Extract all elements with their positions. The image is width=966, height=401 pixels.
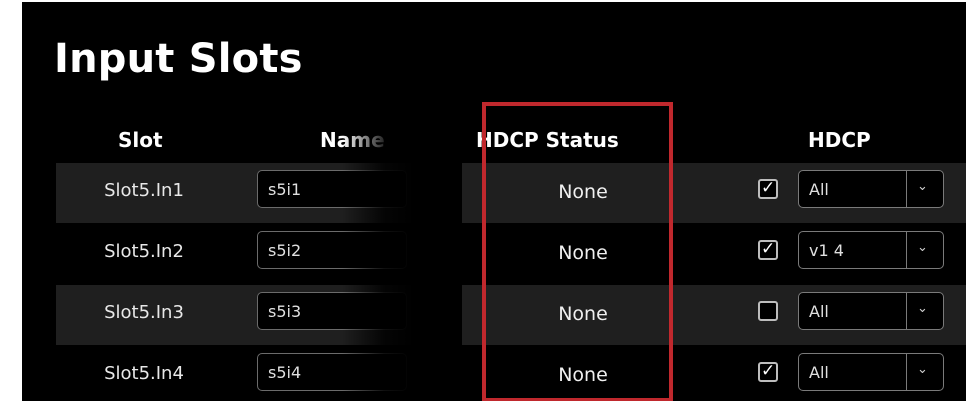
hdcp-enable-checkbox[interactable]: ✓ [758, 361, 778, 382]
chevron-down-icon[interactable]: ⌄ [917, 362, 928, 377]
column-header-hdcp-status: HDCP Status [476, 128, 619, 152]
hdcp-version-select[interactable]: All ⌄ [798, 353, 944, 391]
checkmark-icon: ✓ [761, 178, 776, 198]
select-divider [906, 293, 907, 329]
hdcp-select-value: All [809, 180, 829, 199]
checkmark-icon: ✓ [761, 239, 776, 259]
select-divider [906, 171, 907, 207]
table-row: Slot5.In4 s5i4 None ✓ All ⌄ [56, 346, 966, 401]
hdcp-version-select[interactable]: All ⌄ [798, 170, 944, 208]
hdcp-enable-checkbox[interactable] [758, 301, 778, 321]
table-row: Slot5.In2 s5i2 None ✓ v1 4 ⌄ [56, 224, 966, 284]
hdcp-version-select[interactable]: All ⌄ [798, 292, 944, 330]
hdcp-select-value: All [809, 363, 829, 382]
select-divider [906, 232, 907, 268]
hdcp-enable-checkbox[interactable]: ✓ [758, 178, 778, 199]
hdcp-select-value: All [809, 302, 829, 321]
page-title: Input Slots [54, 36, 303, 82]
hdcp-select-value: v1 4 [809, 241, 844, 260]
chevron-down-icon[interactable]: ⌄ [917, 240, 928, 255]
column-header-name: Name [320, 128, 385, 152]
hdcp-status-value: None [558, 242, 608, 264]
slot-label: Slot5.In3 [104, 302, 184, 323]
slot-label: Slot5.In2 [104, 241, 184, 262]
input-slots-panel: Input Slots Slot Name HDCP Status HDCP S… [22, 2, 966, 401]
column-header-slot: Slot [118, 128, 163, 152]
checkmark-icon: ✓ [761, 361, 776, 381]
table-row: Slot5.In3 s5i3 None All ⌄ [56, 285, 966, 345]
name-input[interactable]: s5i3 [257, 292, 407, 330]
hdcp-status-value: None [558, 303, 608, 325]
column-header-hdcp: HDCP [808, 128, 871, 152]
name-input[interactable]: s5i2 [257, 231, 407, 269]
chevron-down-icon[interactable]: ⌄ [917, 179, 928, 194]
select-divider [906, 354, 907, 390]
slot-label: Slot5.In4 [104, 363, 184, 384]
table-row: Slot5.In1 s5i1 None ✓ All ⌄ [56, 163, 966, 223]
name-input[interactable]: s5i1 [257, 170, 407, 208]
hdcp-status-value: None [558, 181, 608, 203]
hdcp-status-value: None [558, 364, 608, 386]
chevron-down-icon[interactable]: ⌄ [917, 301, 928, 316]
slot-label: Slot5.In1 [104, 180, 184, 201]
name-input[interactable]: s5i4 [257, 353, 407, 391]
hdcp-enable-checkbox[interactable]: ✓ [758, 239, 778, 260]
hdcp-version-select[interactable]: v1 4 ⌄ [798, 231, 944, 269]
